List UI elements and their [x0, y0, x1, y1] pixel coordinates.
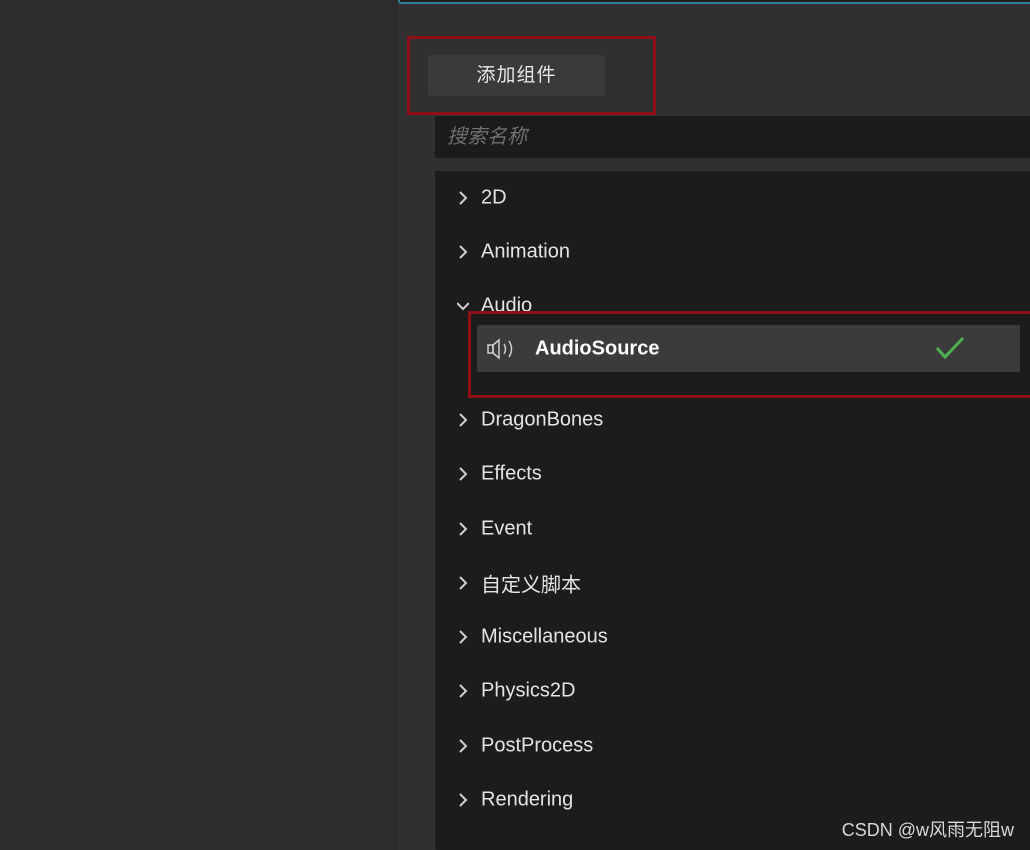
- top-field-edge[interactable]: [398, 0, 1030, 4]
- chevron-right-icon: [459, 191, 468, 205]
- component-category-list: 2D Animation Audio AudioSource DragonBon…: [435, 171, 1030, 850]
- category-miscellaneous[interactable]: Miscellaneous: [435, 617, 1030, 657]
- chevron-down-icon: [457, 302, 469, 311]
- chevron-right-icon: [459, 467, 468, 481]
- chevron-right-icon: [459, 684, 468, 698]
- category-label: Audio: [481, 294, 533, 317]
- category-label: Animation: [481, 240, 570, 263]
- component-menu: 2D Animation Audio AudioSource: [435, 116, 1030, 850]
- check-icon: [935, 336, 965, 360]
- speaker-icon: [487, 338, 513, 360]
- chevron-right-icon: [459, 793, 468, 807]
- category-postprocess[interactable]: PostProcess: [435, 726, 1030, 766]
- category-animation[interactable]: Animation: [435, 232, 1030, 272]
- category-label: 2D: [481, 186, 507, 209]
- chevron-right-icon: [459, 522, 468, 536]
- category-2d[interactable]: 2D: [435, 178, 1030, 218]
- chevron-right-icon: [459, 630, 468, 644]
- category-dragonbones[interactable]: DragonBones: [435, 400, 1030, 440]
- category-custom-script[interactable]: 自定义脚本: [435, 563, 1030, 603]
- add-component-button[interactable]: 添加组件: [428, 55, 605, 96]
- left-pane: [0, 0, 398, 850]
- category-label: Event: [481, 517, 533, 540]
- category-rendering[interactable]: Rendering: [435, 780, 1030, 820]
- search-input[interactable]: [435, 116, 1030, 158]
- category-label: Miscellaneous: [481, 625, 608, 648]
- category-label: Rendering: [481, 788, 574, 811]
- chevron-right-icon: [459, 413, 468, 427]
- chevron-right-icon: [459, 739, 468, 753]
- category-audio[interactable]: Audio: [435, 286, 1030, 326]
- category-label: 自定义脚本: [481, 574, 581, 597]
- audio-source-item[interactable]: AudioSource: [477, 325, 1020, 372]
- chevron-right-icon: [459, 245, 468, 259]
- category-effects[interactable]: Effects: [435, 454, 1030, 494]
- category-event[interactable]: Event: [435, 509, 1030, 549]
- category-label: Effects: [481, 462, 542, 485]
- category-label: Physics2D: [481, 679, 576, 702]
- watermark: CSDN @w风雨无阻w: [841, 820, 1014, 840]
- category-label: DragonBones: [481, 408, 604, 431]
- chevron-right-icon: [459, 576, 468, 590]
- category-label: PostProcess: [481, 734, 594, 757]
- audio-source-label: AudioSource: [535, 337, 660, 359]
- category-physics2d[interactable]: Physics2D: [435, 671, 1030, 711]
